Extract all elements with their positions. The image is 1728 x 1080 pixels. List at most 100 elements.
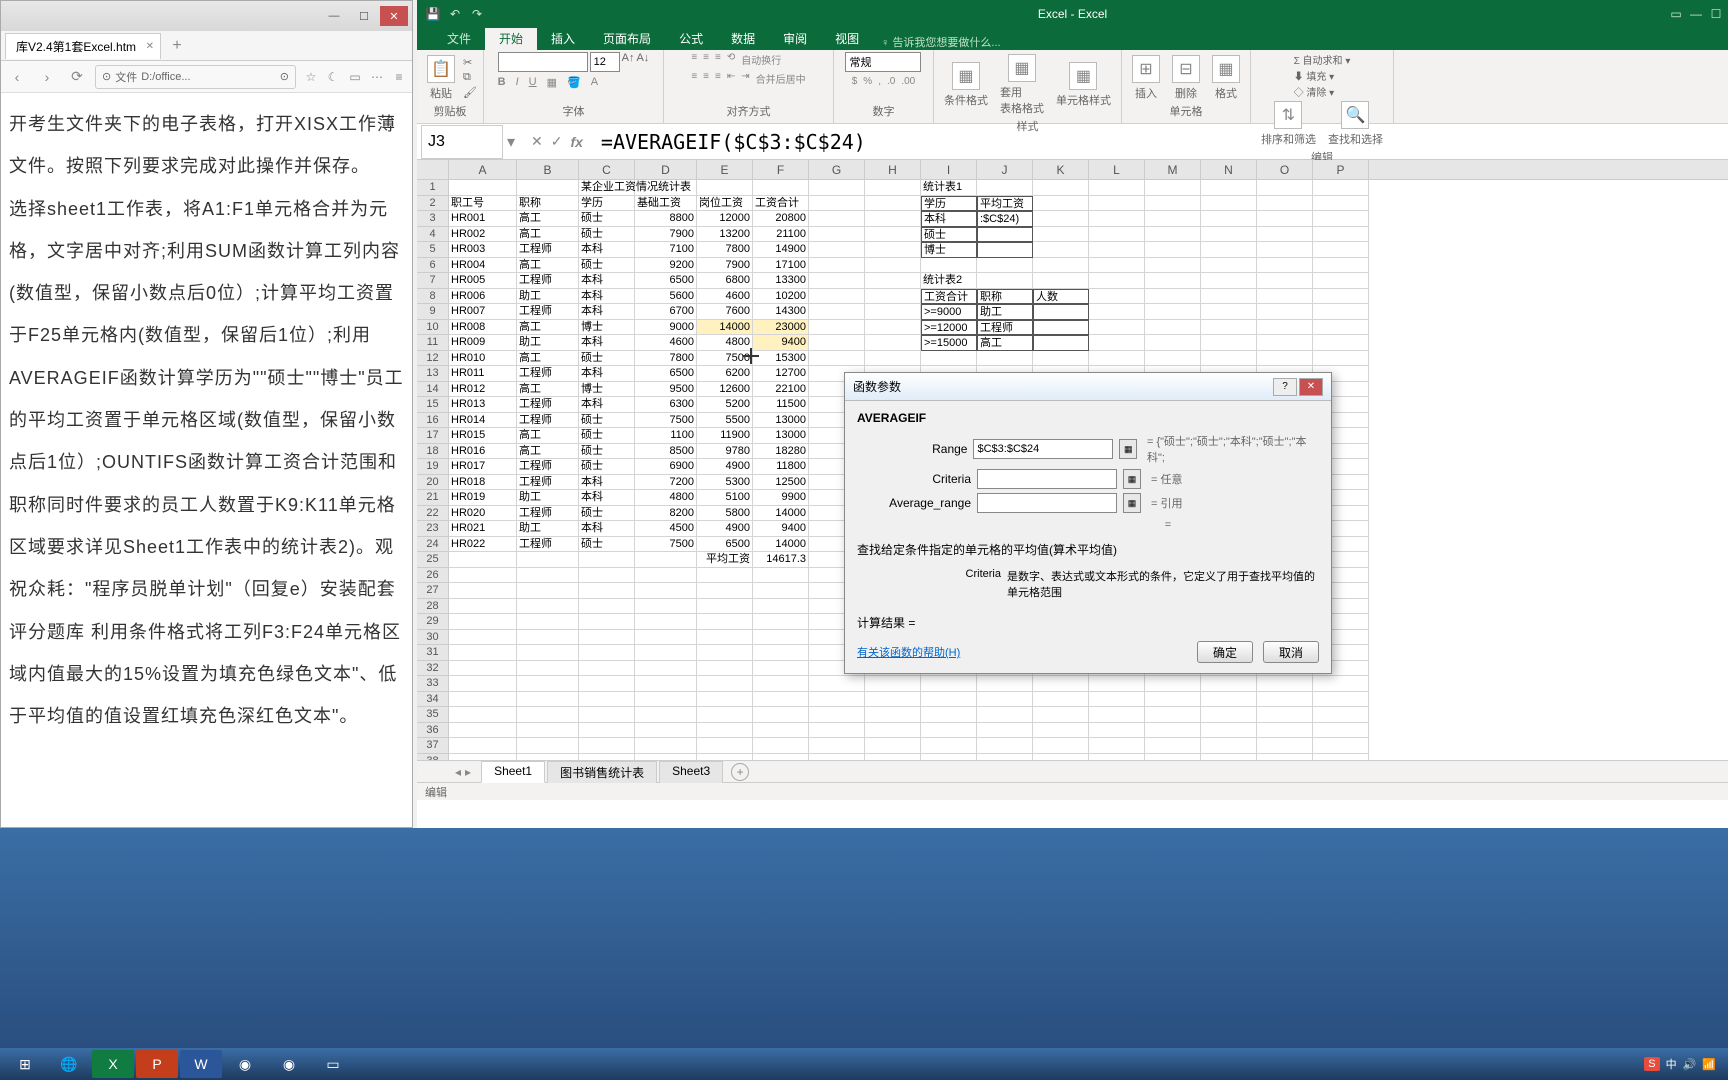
cell[interactable] bbox=[1313, 273, 1369, 289]
cell[interactable] bbox=[1313, 227, 1369, 243]
column-header[interactable]: E bbox=[697, 160, 753, 179]
cell[interactable]: 平均工资 bbox=[977, 196, 1033, 212]
cell[interactable]: HR013 bbox=[449, 397, 517, 413]
cell[interactable] bbox=[809, 258, 865, 274]
cell[interactable] bbox=[697, 707, 753, 723]
cell[interactable] bbox=[517, 707, 579, 723]
cell[interactable] bbox=[1313, 211, 1369, 227]
cell[interactable]: 硕士 bbox=[579, 506, 635, 522]
cell[interactable] bbox=[865, 707, 921, 723]
cell[interactable] bbox=[921, 738, 977, 754]
cell[interactable] bbox=[697, 614, 753, 630]
align-center-icon[interactable]: ≡ bbox=[703, 71, 709, 86]
decrease-font-icon[interactable]: A↓ bbox=[636, 52, 649, 72]
cond-format-button[interactable]: ▦条件格式 bbox=[940, 60, 992, 110]
fill-button[interactable]: ⬇ 填充 ▾ bbox=[1294, 68, 1335, 83]
cell[interactable]: 8500 bbox=[635, 444, 697, 460]
cell[interactable]: HR018 bbox=[449, 475, 517, 491]
cell[interactable] bbox=[1145, 196, 1201, 212]
underline-icon[interactable]: U bbox=[529, 76, 537, 89]
cell[interactable] bbox=[1033, 692, 1089, 708]
cell[interactable] bbox=[1201, 180, 1257, 196]
cell[interactable]: 12700 bbox=[753, 366, 809, 382]
cell[interactable] bbox=[1257, 738, 1313, 754]
cell[interactable] bbox=[921, 754, 977, 761]
cell[interactable] bbox=[1033, 723, 1089, 739]
indent-dec-icon[interactable]: ⇤ bbox=[727, 71, 735, 86]
cancel-formula-icon[interactable]: ✕ bbox=[531, 133, 543, 150]
column-header[interactable]: M bbox=[1145, 160, 1201, 179]
cell[interactable] bbox=[1201, 723, 1257, 739]
ribbon-tab-数据[interactable]: 数据 bbox=[717, 27, 769, 50]
cell[interactable]: 工程师 bbox=[517, 304, 579, 320]
cell[interactable] bbox=[865, 676, 921, 692]
cell[interactable] bbox=[1257, 196, 1313, 212]
cell[interactable] bbox=[809, 738, 865, 754]
cell[interactable]: 9400 bbox=[753, 335, 809, 351]
bold-icon[interactable]: B bbox=[498, 76, 506, 89]
cell[interactable] bbox=[1313, 304, 1369, 320]
cut-icon[interactable]: ✂ bbox=[463, 56, 477, 69]
cell[interactable]: 4500 bbox=[635, 521, 697, 537]
undo-icon[interactable]: ↶ bbox=[447, 6, 463, 22]
cell[interactable] bbox=[1033, 258, 1089, 274]
cell[interactable] bbox=[753, 599, 809, 615]
cell[interactable]: 高工 bbox=[517, 320, 579, 336]
cell[interactable] bbox=[865, 754, 921, 761]
cell[interactable] bbox=[1257, 676, 1313, 692]
cell[interactable] bbox=[1201, 242, 1257, 258]
fx-icon[interactable]: fx bbox=[570, 134, 582, 150]
cell[interactable] bbox=[449, 676, 517, 692]
cell[interactable] bbox=[753, 568, 809, 584]
cell[interactable] bbox=[753, 707, 809, 723]
clear-button[interactable]: ◇ 清除 ▾ bbox=[1294, 84, 1335, 99]
row-header[interactable]: 19 bbox=[417, 459, 449, 475]
cell[interactable] bbox=[635, 552, 697, 568]
cell[interactable] bbox=[1313, 180, 1369, 196]
cell[interactable] bbox=[1089, 242, 1145, 258]
cell[interactable]: 5100 bbox=[697, 490, 753, 506]
cell[interactable]: 硕士 bbox=[579, 444, 635, 460]
cell[interactable] bbox=[1089, 273, 1145, 289]
cell[interactable]: 6500 bbox=[635, 366, 697, 382]
cell[interactable]: 7500 bbox=[635, 413, 697, 429]
cell[interactable] bbox=[1089, 707, 1145, 723]
cell[interactable] bbox=[1145, 258, 1201, 274]
cell[interactable]: 基础工资 bbox=[635, 196, 697, 212]
cell[interactable] bbox=[449, 599, 517, 615]
cell[interactable] bbox=[977, 258, 1033, 274]
cell[interactable] bbox=[1089, 304, 1145, 320]
cell[interactable] bbox=[517, 738, 579, 754]
cell[interactable] bbox=[1089, 738, 1145, 754]
cell[interactable] bbox=[1033, 738, 1089, 754]
cell[interactable]: HR011 bbox=[449, 366, 517, 382]
cell[interactable] bbox=[1313, 351, 1369, 367]
cell[interactable]: 工资合计 bbox=[921, 289, 977, 305]
cell[interactable] bbox=[809, 211, 865, 227]
row-header[interactable]: 3 bbox=[417, 211, 449, 227]
tab-close-icon[interactable]: ✕ bbox=[146, 41, 154, 52]
cell[interactable]: 5300 bbox=[697, 475, 753, 491]
cell[interactable] bbox=[1145, 304, 1201, 320]
cancel-button[interactable]: 取消 bbox=[1263, 641, 1319, 663]
cell[interactable] bbox=[449, 754, 517, 761]
cell[interactable]: 硕士 bbox=[579, 211, 635, 227]
cell[interactable] bbox=[1089, 227, 1145, 243]
cell[interactable] bbox=[449, 180, 517, 196]
row-header[interactable]: 18 bbox=[417, 444, 449, 460]
avgrange-ref-button[interactable]: ▦ bbox=[1123, 493, 1141, 513]
cell[interactable] bbox=[921, 692, 977, 708]
cell[interactable]: 工程师 bbox=[517, 242, 579, 258]
cell[interactable] bbox=[697, 180, 753, 196]
row-header[interactable]: 10 bbox=[417, 320, 449, 336]
cell[interactable] bbox=[1257, 273, 1313, 289]
cell[interactable] bbox=[1201, 304, 1257, 320]
cell[interactable] bbox=[809, 320, 865, 336]
cell[interactable] bbox=[449, 723, 517, 739]
cell[interactable] bbox=[1201, 258, 1257, 274]
task-app1[interactable]: ◉ bbox=[224, 1050, 266, 1078]
cell[interactable] bbox=[1089, 723, 1145, 739]
cell[interactable]: 本科 bbox=[579, 521, 635, 537]
cell[interactable]: 助工 bbox=[517, 335, 579, 351]
cell[interactable]: 学历 bbox=[921, 196, 977, 212]
